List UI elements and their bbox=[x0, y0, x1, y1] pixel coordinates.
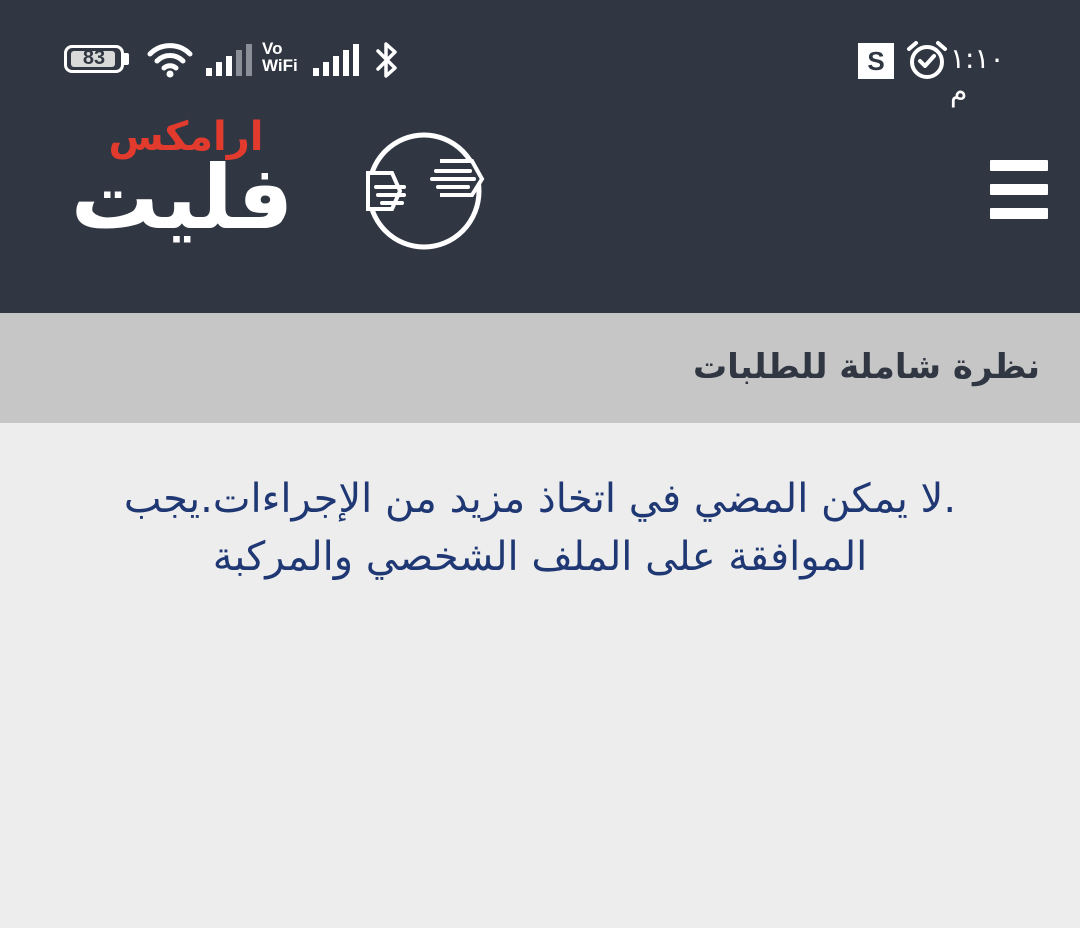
status-time: ١:١٠ م bbox=[950, 42, 1005, 108]
logo-globe-icon bbox=[366, 132, 485, 250]
app-notification-icon: S bbox=[858, 43, 894, 79]
vowifi-indicator: Vo WiFi bbox=[262, 39, 298, 75]
message-line-2: الموافقة على الملف الشخصي والمركبة bbox=[212, 534, 868, 580]
app-header: 83 Vo WiFi S ١:١٠ م ارامكس فليت bbox=[0, 0, 1080, 313]
signal-weak-icon bbox=[206, 44, 252, 76]
blocked-message: .لا يمكن المضي في اتخاذ مزيد من الإجراءا… bbox=[40, 470, 1040, 586]
signal-icon bbox=[313, 44, 359, 76]
wifi-icon bbox=[147, 43, 193, 78]
alarm-icon bbox=[907, 41, 947, 79]
battery-icon: 83 bbox=[64, 45, 124, 73]
hamburger-icon bbox=[990, 160, 1048, 171]
title-bar: نظرة شاملة للطلبات bbox=[0, 313, 1080, 423]
menu-button[interactable] bbox=[990, 160, 1048, 220]
aramex-fleet-logo: ارامكس فليت bbox=[26, 115, 486, 265]
bluetooth-icon bbox=[376, 42, 397, 78]
page-title: نظرة شاملة للطلبات bbox=[693, 347, 1040, 387]
logo-product-text: فليت bbox=[70, 146, 294, 249]
battery-level: 83 bbox=[82, 47, 106, 69]
message-line-1: .لا يمكن المضي في اتخاذ مزيد من الإجراءا… bbox=[123, 476, 957, 522]
status-bar: 83 Vo WiFi S ١:١٠ م bbox=[0, 30, 1080, 108]
